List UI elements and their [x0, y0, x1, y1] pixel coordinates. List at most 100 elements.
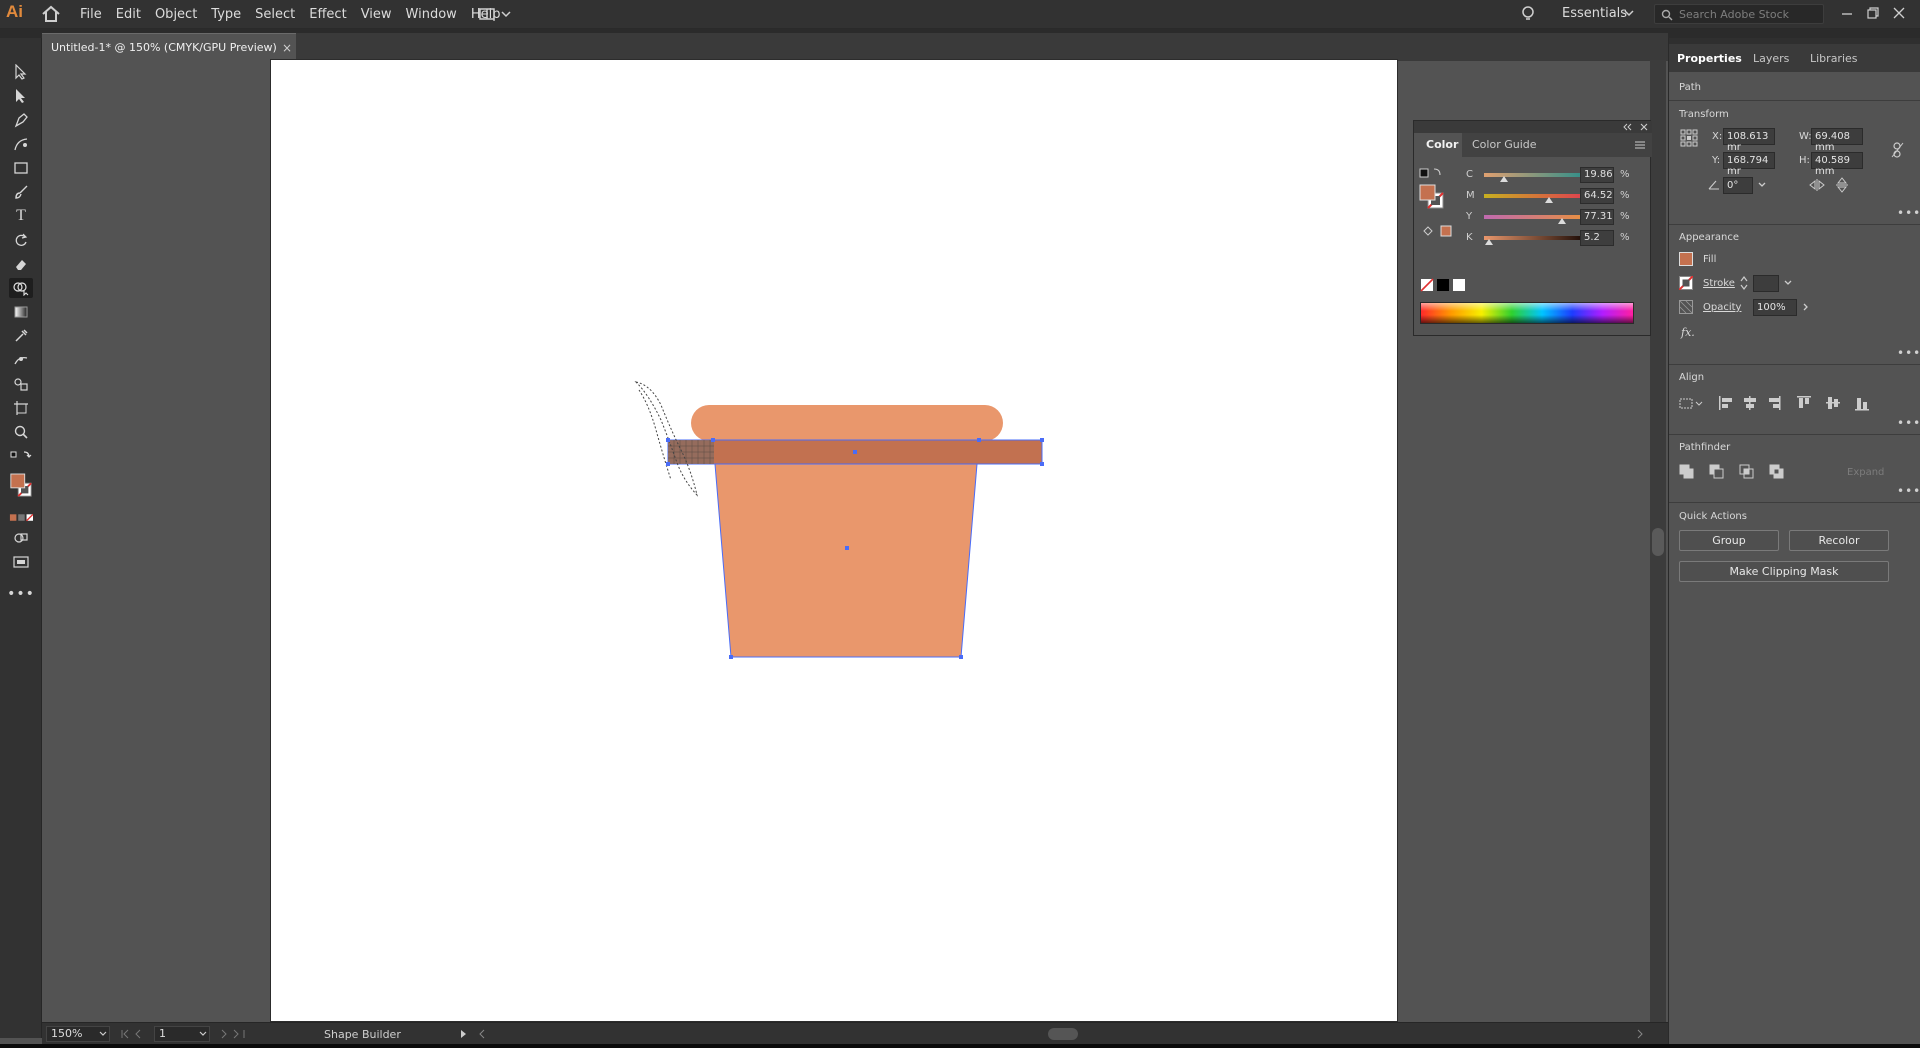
menu-view[interactable]: View [361, 7, 392, 22]
eyedropper-tool-icon[interactable] [9, 326, 33, 346]
gradient-tool-icon[interactable] [9, 302, 33, 322]
slider-value-field[interactable]: 64.52 [1580, 188, 1614, 204]
scroll-left-icon[interactable] [478, 1029, 486, 1039]
more-options-icon[interactable]: ••• [1897, 346, 1920, 360]
slider-track[interactable] [1484, 215, 1585, 219]
first-prev-artboard-icons[interactable] [120, 1029, 150, 1039]
more-options-icon[interactable]: ••• [1897, 484, 1920, 498]
chevron-down-icon[interactable] [1624, 8, 1634, 18]
default-swap-colors-icon[interactable] [9, 446, 33, 466]
stroke-weight-stepper[interactable] [1739, 274, 1749, 292]
tab-layers[interactable]: Layers [1753, 52, 1789, 65]
slider-knob[interactable] [1500, 176, 1508, 182]
pot-rim-top[interactable] [691, 405, 1003, 441]
slider-c[interactable]: C 19.86% [1466, 167, 1650, 185]
flip-vertical-icon[interactable] [1835, 177, 1849, 193]
color-spectrum[interactable] [1420, 302, 1634, 324]
draw-mode-icon[interactable] [9, 528, 33, 548]
menu-file[interactable]: File [80, 7, 102, 22]
slider-knob[interactable] [1545, 197, 1553, 203]
fx-button[interactable]: fx. [1681, 326, 1695, 339]
constrain-proportions-icon[interactable] [1891, 142, 1905, 158]
curvature-tool-icon[interactable] [9, 134, 33, 154]
slider-k[interactable]: K 5.2% [1466, 230, 1650, 248]
tab-color[interactable]: Color [1414, 133, 1462, 157]
rotate-tool-icon[interactable] [9, 230, 33, 250]
lightbulb-icon[interactable] [1520, 5, 1536, 23]
more-options-icon[interactable]: ••• [1897, 416, 1920, 430]
stroke-label[interactable]: Stroke [1703, 278, 1735, 289]
slider-m[interactable]: M 64.52% [1466, 188, 1650, 206]
artwork[interactable] [271, 60, 1399, 1023]
paintbrush-tool-icon[interactable] [9, 182, 33, 202]
direct-selection-tool-icon[interactable] [9, 86, 33, 106]
pen-tool-icon[interactable] [9, 110, 33, 130]
opacity-label[interactable]: Opacity [1703, 302, 1741, 313]
none-black-white-swatches[interactable] [1420, 278, 1468, 292]
panel-menu-icon[interactable] [1634, 140, 1646, 150]
slider-knob[interactable] [1485, 239, 1493, 245]
stroke-weight-field[interactable] [1753, 275, 1779, 292]
menu-window[interactable]: Window [406, 7, 457, 22]
restore-icon[interactable] [1866, 6, 1880, 20]
zoom-tool-icon[interactable] [9, 422, 33, 442]
status-menu-arrow-icon[interactable] [460, 1029, 468, 1039]
slider-value-field[interactable]: 19.86 [1580, 167, 1614, 183]
recolor-button[interactable]: Recolor [1789, 530, 1889, 551]
artboard-canvas[interactable] [270, 59, 1398, 1022]
color-mode-buttons[interactable] [9, 508, 33, 528]
blend-tool-icon[interactable] [9, 374, 33, 394]
y-field[interactable]: 168.794 mr [1723, 152, 1775, 177]
tab-properties[interactable]: Properties [1677, 52, 1742, 65]
w-field[interactable]: 69.408 mm [1811, 128, 1863, 153]
fill-swatch[interactable] [1679, 252, 1693, 266]
close-window-icon[interactable] [1892, 6, 1906, 20]
selection-tool-icon[interactable] [9, 62, 33, 82]
close-panel-icon[interactable] [1640, 123, 1648, 131]
flip-horizontal-icon[interactable] [1809, 178, 1825, 192]
puppet-warp-tool-icon[interactable] [9, 350, 33, 370]
menu-type[interactable]: Type [211, 7, 241, 22]
align-buttons[interactable] [1679, 395, 1879, 411]
tab-color-guide[interactable]: Color Guide [1472, 138, 1537, 151]
slider-value-field[interactable]: 77.31 [1580, 209, 1614, 225]
group-button[interactable]: Group [1679, 530, 1779, 551]
document-tab[interactable]: Untitled-1* @ 150% (CMYK/GPU Preview) × [42, 33, 296, 61]
arrange-documents-icon[interactable] [478, 6, 514, 22]
chevron-down-icon[interactable] [198, 1030, 208, 1038]
slider-value-field[interactable]: 5.2 [1580, 230, 1614, 246]
chevron-right-icon[interactable] [1801, 302, 1811, 312]
x-field[interactable]: 108.613 mr [1723, 128, 1775, 153]
h-field[interactable]: 40.589 mm [1811, 152, 1863, 177]
screen-mode-icon[interactable] [9, 552, 33, 572]
close-tab-icon[interactable]: × [282, 41, 292, 55]
home-icon[interactable] [40, 5, 62, 23]
make-clipping-mask-button[interactable]: Make Clipping Mask [1679, 561, 1889, 582]
rotate-field[interactable]: 0° [1723, 177, 1753, 194]
chevron-down-icon[interactable] [98, 1030, 108, 1038]
reference-point-icon[interactable] [1680, 129, 1698, 147]
menu-edit[interactable]: Edit [116, 7, 141, 22]
more-tools-icon[interactable]: ••• [7, 584, 34, 604]
menu-object[interactable]: Object [155, 7, 197, 22]
stroke-swatch[interactable] [1679, 276, 1693, 290]
color-panel-swatches[interactable] [1418, 167, 1454, 257]
fill-stroke-swatch[interactable] [9, 470, 33, 502]
menu-select[interactable]: Select [255, 7, 295, 22]
next-last-artboard-icons[interactable] [218, 1029, 248, 1039]
more-options-icon[interactable]: ••• [1897, 206, 1920, 220]
scroll-thumb[interactable] [1652, 528, 1664, 556]
vertical-scrollbar[interactable] [1650, 60, 1666, 1022]
collapse-panel-icon[interactable] [1622, 123, 1632, 131]
eraser-tool-icon[interactable] [9, 254, 33, 274]
slider-track[interactable] [1484, 236, 1585, 240]
chevron-down-icon[interactable] [1783, 278, 1793, 288]
pathfinder-buttons[interactable] [1679, 464, 1789, 480]
expand-button[interactable]: Expand [1847, 467, 1884, 478]
chevron-down-icon[interactable] [1757, 180, 1767, 190]
horizontal-scroll-thumb[interactable] [1048, 1028, 1078, 1040]
opacity-field[interactable]: 100% [1753, 299, 1797, 316]
workspace-switcher[interactable]: Essentials [1562, 6, 1627, 21]
type-tool-icon[interactable]: T [9, 206, 33, 226]
shape-builder-tool-icon[interactable] [9, 278, 33, 298]
